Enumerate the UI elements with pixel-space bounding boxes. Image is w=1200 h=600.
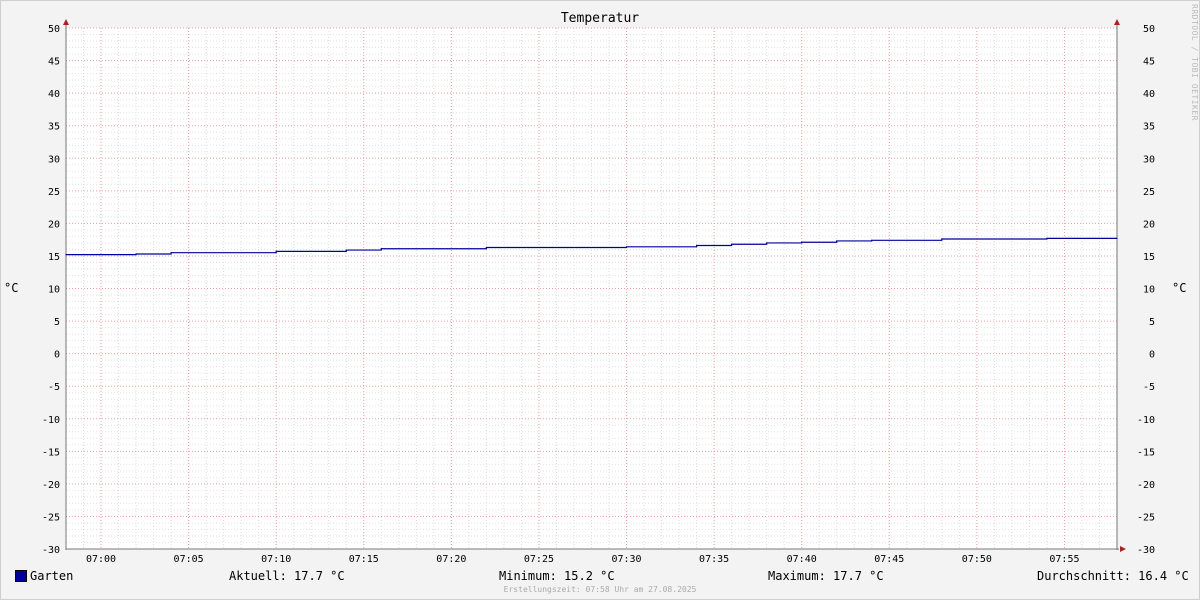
x-axis-arrow xyxy=(1120,546,1126,552)
y-tick-label-right: 25 xyxy=(1143,187,1155,198)
rrdtool-watermark: RRDTOOL / TOBI OETIKER xyxy=(1190,4,1199,121)
data-point xyxy=(731,243,733,245)
x-tick-label: 07:15 xyxy=(349,554,379,565)
y-tick-label-right: 30 xyxy=(1143,154,1155,165)
data-point xyxy=(766,242,768,244)
y-tick-label-right: -20 xyxy=(1137,480,1155,491)
x-tick-label: 07:25 xyxy=(524,554,554,565)
y-tick-label-right: -10 xyxy=(1137,415,1155,426)
data-point xyxy=(275,250,277,252)
y-tick-label-right: -5 xyxy=(1143,382,1155,393)
y-tick-label-left: 5 xyxy=(54,317,60,328)
data-point xyxy=(1046,237,1048,239)
y-tick-label-left: 45 xyxy=(48,57,60,68)
y-tick-label-right: 35 xyxy=(1143,122,1155,133)
y-tick-label-right: 20 xyxy=(1143,219,1155,230)
y-tick-label-left: 25 xyxy=(48,187,60,198)
data-point xyxy=(696,244,698,247)
legend-swatch-garten xyxy=(15,570,27,582)
data-point xyxy=(380,248,382,250)
legend-series-name: Garten xyxy=(30,569,74,583)
x-tick-label: 07:10 xyxy=(261,554,291,565)
y-tick-label-left: -25 xyxy=(42,512,60,523)
y-tick-label-right: -15 xyxy=(1137,447,1155,458)
x-tick-label: 07:35 xyxy=(699,554,729,565)
y-tick-label-right: 10 xyxy=(1143,285,1155,296)
y-tick-label-left: -15 xyxy=(42,447,60,458)
y-axis-label-left: °C xyxy=(4,281,19,295)
y-tick-label-right: 0 xyxy=(1149,350,1155,361)
data-point xyxy=(1116,237,1118,239)
data-point xyxy=(801,241,803,243)
y-tick-label-left: -30 xyxy=(42,545,60,556)
y-tick-label-left: 15 xyxy=(48,252,60,263)
data-point xyxy=(836,240,838,242)
x-tick-label: 07:55 xyxy=(1049,554,1079,565)
x-tick-label: 07:00 xyxy=(86,554,116,565)
x-tick-label: 07:50 xyxy=(962,554,992,565)
legend-maximum: Maximum: 17.7 °C xyxy=(768,569,884,583)
temperature-chart: -30 -30 -25 -25 -20 -20 -15 -15 -10 -10 -5 -5 0 0 5 5 10… xyxy=(42,19,1155,565)
data-point xyxy=(871,239,873,241)
chart-title: Temperatur xyxy=(560,11,640,26)
data-point xyxy=(65,254,67,256)
data-point xyxy=(625,246,628,248)
y-tick-label-right: 15 xyxy=(1143,252,1155,263)
y-tick-label-left: 30 xyxy=(48,154,60,165)
y-tick-label-right: 5 xyxy=(1149,317,1155,328)
x-tick-label: 07:20 xyxy=(436,554,466,565)
legend-aktuell: Aktuell: 17.7 °C xyxy=(229,569,345,583)
legend-durchschnitt: Durchschnitt: 16.4 °C xyxy=(1037,569,1189,583)
creation-time-footer: Erstellungszeit: 07:58 Uhr am 27.08.2025 xyxy=(503,585,697,594)
y-tick-label-right: 45 xyxy=(1143,57,1155,68)
data-point xyxy=(170,252,172,254)
y-tick-label-left: 20 xyxy=(48,219,60,230)
y-tick-label-left: 0 xyxy=(54,350,60,361)
x-tick-label: 07:40 xyxy=(787,554,817,565)
data-point xyxy=(485,246,487,249)
y-tick-label-left: -5 xyxy=(48,382,60,393)
data-point xyxy=(941,238,943,240)
y-tick-label-right: -25 xyxy=(1137,512,1155,523)
y-tick-label-left: 35 xyxy=(48,122,60,133)
x-tick-label: 07:45 xyxy=(874,554,904,565)
y-tick-label-right: -30 xyxy=(1137,545,1155,556)
y-axis-label-right: °C xyxy=(1172,281,1187,295)
legend-minimum: Minimum: 15.2 °C xyxy=(499,569,615,583)
y-tick-label-right: 40 xyxy=(1143,89,1155,100)
y-tick-label-left: -10 xyxy=(42,415,60,426)
data-point xyxy=(135,253,137,255)
y-tick-label-left: 10 xyxy=(48,285,60,296)
x-tick-label: 07:30 xyxy=(611,554,641,565)
y-tick-label-left: -20 xyxy=(42,480,60,491)
data-point xyxy=(345,249,347,251)
y-tick-label-left: 40 xyxy=(48,89,60,100)
x-tick-label: 07:05 xyxy=(174,554,204,565)
